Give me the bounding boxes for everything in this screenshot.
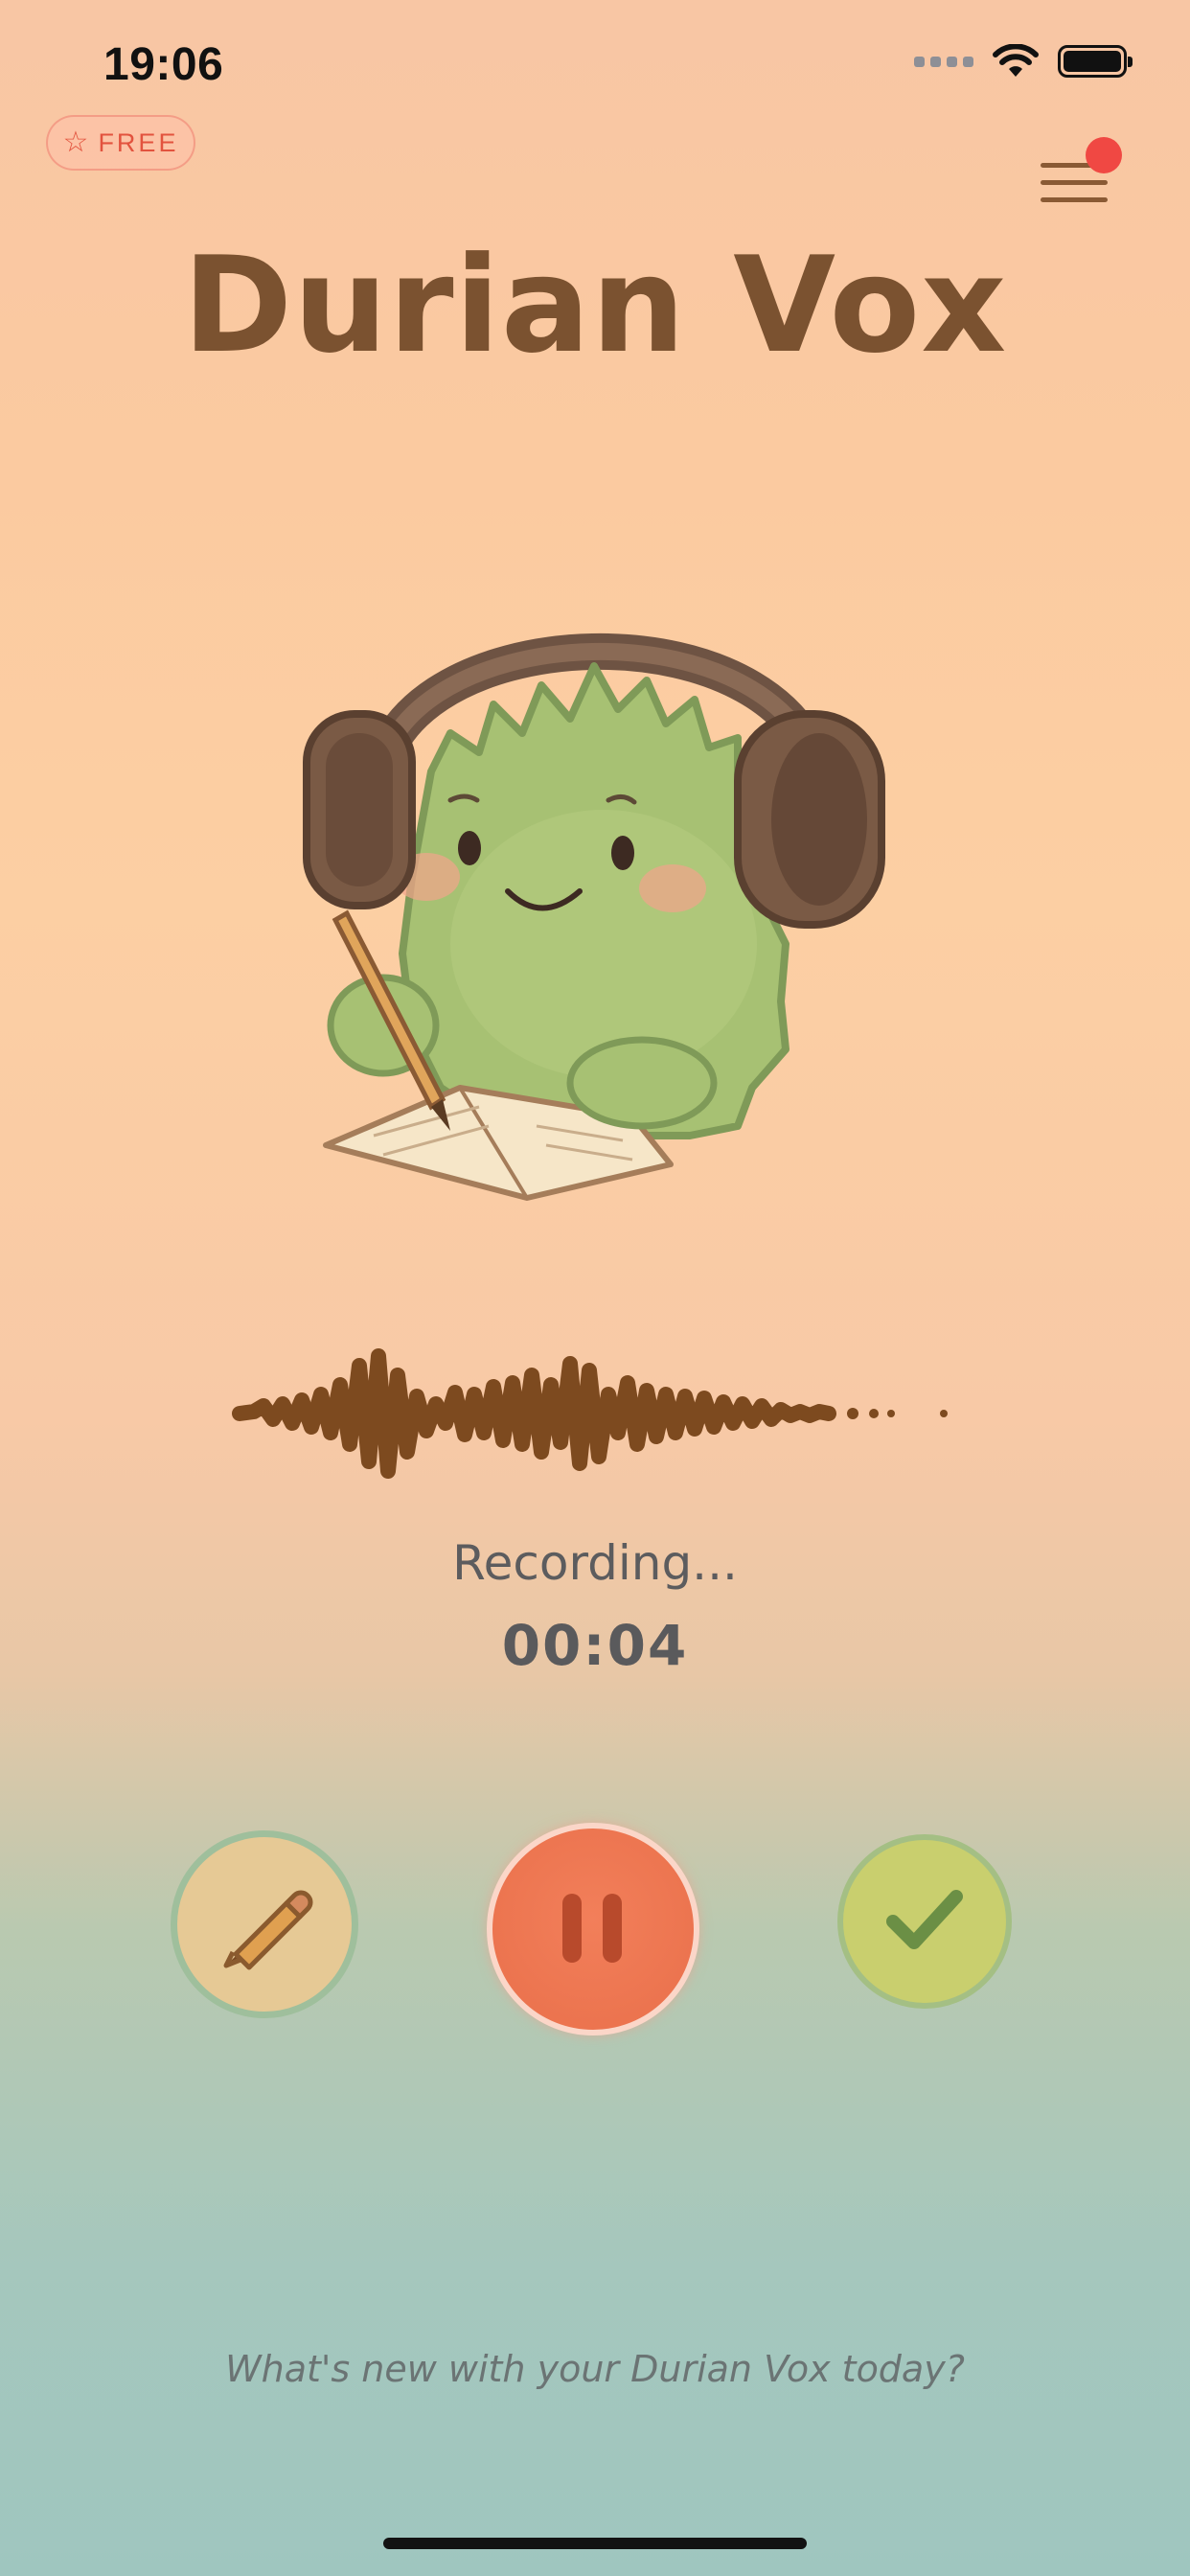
pause-button[interactable] [487,1823,699,2036]
audio-waveform [230,1327,958,1500]
app-title: Durian Vox [182,228,1008,382]
pencil-icon [212,1870,317,1979]
durian-mascot-illustration [287,494,901,1212]
checkmark-icon [881,1881,968,1962]
star-icon: ☆ [62,126,89,159]
home-indicator[interactable] [383,2538,807,2549]
done-button[interactable] [837,1834,1012,2009]
prompt-text: What's new with your Durian Vox today? [225,2348,965,2390]
edit-button[interactable] [171,1830,358,2018]
recording-timer: 00:04 [501,1613,689,1678]
free-plan-badge[interactable]: ☆ FREE [46,115,195,171]
wifi-icon [993,44,1039,79]
recording-status: Recording... [452,1535,738,1591]
battery-icon [1058,45,1133,78]
free-plan-label: FREE [98,127,179,157]
status-bar: 19:06 [0,0,1190,125]
signal-icon [914,56,973,67]
status-time: 19:06 [103,39,224,90]
status-icons [914,44,1133,79]
notification-dot [1086,137,1122,173]
pause-icon [555,1884,631,1974]
